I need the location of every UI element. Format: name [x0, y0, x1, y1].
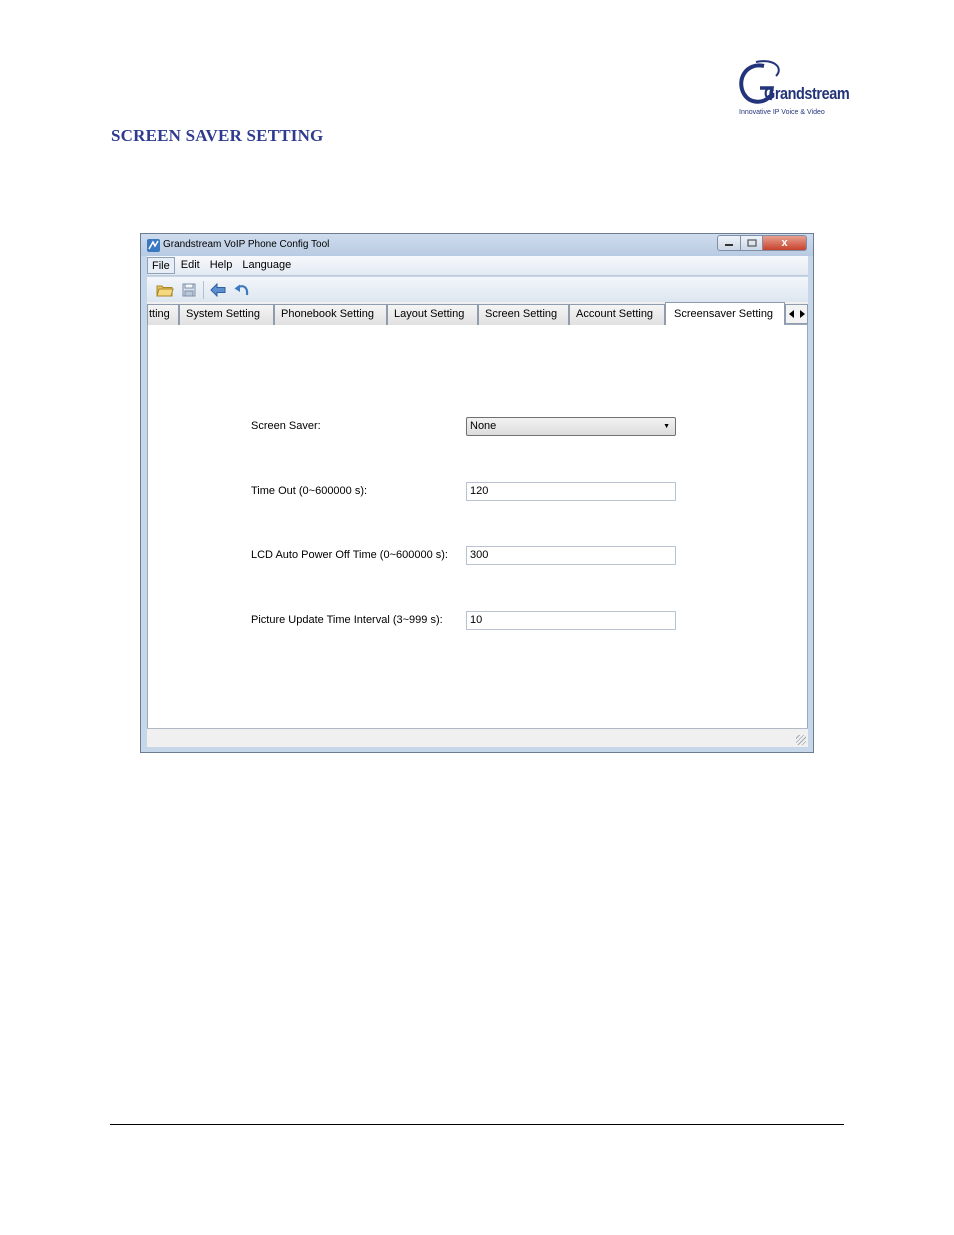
app-icon — [147, 239, 160, 252]
picture-interval-input[interactable]: 10 — [466, 611, 676, 630]
close-icon: x — [781, 237, 788, 249]
minimize-button[interactable] — [717, 235, 741, 251]
tab-screen-setting[interactable]: Screen Setting — [478, 304, 569, 325]
undo-button[interactable] — [230, 280, 254, 300]
menu-help[interactable]: Help — [206, 257, 237, 274]
tab-scroll-buttons[interactable] — [785, 304, 808, 324]
screen-saver-value: None — [470, 420, 497, 432]
logo-tagline: Innovative IP Voice & Video — [739, 109, 825, 116]
back-arrow-icon — [210, 282, 226, 297]
menu-language[interactable]: Language — [238, 257, 295, 274]
window-titlebar[interactable]: Grandstream VoIP Phone Config Tool x — [141, 234, 813, 256]
open-button[interactable] — [153, 280, 177, 300]
status-bar — [147, 728, 808, 747]
toolbar — [147, 277, 808, 302]
grandstream-logo: Grandstream Innovative IP Voice & Video — [734, 60, 850, 122]
lcd-power-off-input[interactable]: 300 — [466, 546, 676, 565]
maximize-icon — [746, 239, 757, 247]
maximize-button[interactable] — [741, 235, 763, 251]
lcd-power-off-label: LCD Auto Power Off Time (0~600000 s): — [251, 549, 448, 561]
open-folder-icon — [156, 285, 174, 296]
chevron-down-icon: ▼ — [663, 423, 670, 430]
logo-wordmark: Grandstream — [764, 84, 850, 103]
close-button[interactable]: x — [763, 235, 807, 251]
footer-rule — [110, 1124, 844, 1125]
screensaver-settings-panel: Screen Saver: None ▼ Time Out (0~600000 … — [147, 325, 808, 728]
save-icon — [182, 283, 196, 296]
tab-layout-setting[interactable]: Layout Setting — [387, 304, 478, 325]
menu-file[interactable]: File — [147, 257, 175, 274]
screen-saver-select[interactable]: None ▼ — [466, 417, 676, 436]
undo-icon — [234, 284, 249, 295]
time-out-label: Time Out (0~600000 s): — [251, 485, 368, 497]
tab-phonebook-setting[interactable]: Phonebook Setting — [274, 304, 387, 325]
menubar: File Edit Help Language — [147, 256, 808, 276]
resize-grip[interactable] — [796, 735, 806, 745]
section-title: SCREEN SAVER SETTING — [111, 126, 324, 145]
config-tool-window: Grandstream VoIP Phone Config Tool x Fil… — [140, 233, 814, 753]
back-button[interactable] — [206, 280, 230, 300]
tab-screensaver-setting[interactable]: Screensaver Setting — [665, 302, 785, 326]
screen-saver-label: Screen Saver: — [251, 420, 321, 432]
settings-tabs: tting System Setting Phonebook Setting L… — [147, 302, 808, 326]
time-out-input[interactable]: 120 — [466, 482, 676, 501]
window-controls: x — [717, 235, 807, 251]
window-title: Grandstream VoIP Phone Config Tool — [163, 239, 330, 250]
minimize-icon — [725, 244, 733, 246]
tab-partial-setting[interactable]: tting — [147, 304, 179, 325]
menu-edit[interactable]: Edit — [177, 257, 204, 274]
save-button[interactable] — [177, 280, 201, 300]
picture-interval-label: Picture Update Time Interval (3~999 s): — [251, 614, 443, 626]
tab-system-setting[interactable]: System Setting — [179, 304, 274, 325]
tab-scroll-arrows-icon — [788, 310, 805, 318]
tab-account-setting[interactable]: Account Setting — [569, 304, 665, 325]
toolbar-separator — [203, 280, 204, 299]
